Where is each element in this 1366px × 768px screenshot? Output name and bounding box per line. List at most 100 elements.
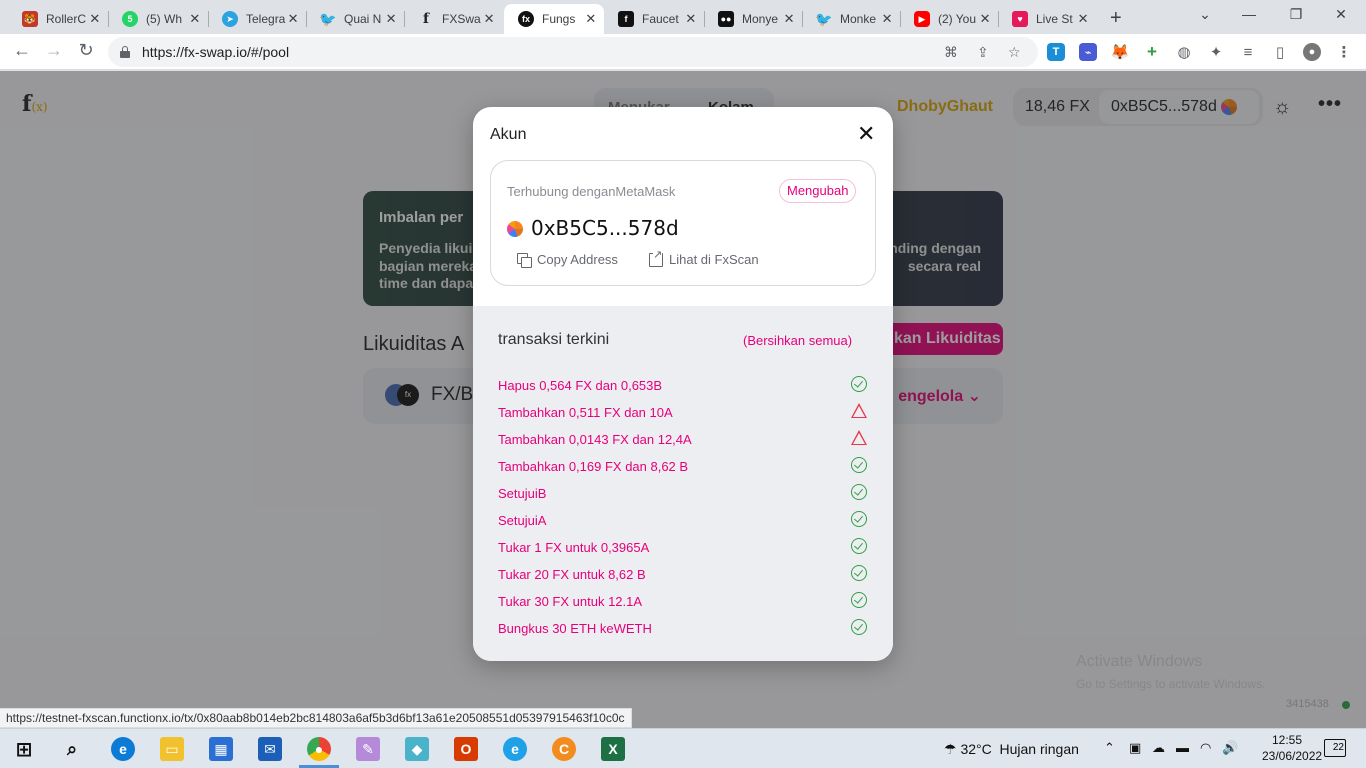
search-icon[interactable]: ⌕ [60,737,84,761]
tab-favicon-icon: 5 [122,11,138,27]
office-icon[interactable]: O [454,737,478,761]
tab-search-icon[interactable]: ⌄ [1194,6,1216,23]
transaction-row[interactable]: Bungkus 30 ETH keWETH [498,619,870,639]
back-button[interactable]: ← [10,40,34,61]
transaction-row[interactable]: Tukar 1 FX untuk 0,3965A [498,538,870,558]
forward-button[interactable]: → [42,40,66,61]
extension-plus-icon[interactable]: + [1143,42,1161,61]
close-icon[interactable]: ✕ [684,11,698,27]
clear-all-button[interactable]: (Bersihkan semua) [743,333,852,348]
minimize-button[interactable]: — [1238,6,1260,22]
new-tab-button[interactable]: + [1110,7,1122,30]
copy-address-button[interactable]: Copy Address [517,252,618,268]
tab-label: (2) You [938,12,977,26]
transaction-label: Tukar 30 FX untuk 12.1A [498,594,643,609]
modal-title: Akun [490,126,527,143]
extension-t-icon[interactable]: T [1047,43,1065,61]
close-icon[interactable]: ✕ [88,11,102,27]
browser-tab[interactable]: ♥ Live St ✕ [998,4,1096,34]
transaction-row[interactable]: SetujuiB [498,484,870,504]
wifi-icon[interactable]: ◠ [1200,740,1211,756]
transaction-row[interactable]: SetujuiA [498,511,870,531]
app-icon[interactable]: ◆ [405,737,429,761]
battery-icon[interactable]: ▬ [1176,740,1189,755]
close-icon[interactable]: ✕ [880,11,894,27]
file-explorer-icon[interactable]: ▭ [160,737,184,761]
browser-tab[interactable]: ➤ Telegra ✕ [208,4,306,34]
chevron-up-icon[interactable]: ⌃ [1104,740,1115,756]
profile-avatar[interactable]: ● [1303,43,1321,61]
system-clock[interactable]: 12:55 23/06/2022 [1262,732,1322,764]
extension-chart-icon[interactable]: ⌁ [1079,43,1097,61]
browser-tab[interactable]: 🐯 RollerC ✕ [8,4,108,34]
browser-tab[interactable]: ●● Monye ✕ [704,4,802,34]
twitter-icon: 🐦 [815,10,833,27]
internet-explorer-icon[interactable]: e [503,737,527,761]
transaction-label: Tukar 20 FX untuk 8,62 B [498,567,646,582]
transaction-row[interactable]: Tukar 30 FX untuk 12.1A [498,592,870,612]
transaction-row[interactable]: Hapus 0,564 FX dan 0,653B [498,376,870,396]
view-on-fxscan-link[interactable]: Lihat di FxScan [649,247,759,267]
bookmark-star-icon[interactable]: ☆ [1008,44,1021,61]
browser-toolbar: ← → ↻ https://fx-swap.io/#/pool ⌘ ⇪ ☆ T … [0,34,1366,70]
close-icon[interactable]: ✕ [857,123,875,145]
cc-browser-icon[interactable]: C [552,737,576,761]
edge-icon[interactable]: e [111,737,135,761]
store-icon[interactable]: ▦ [209,737,233,761]
functionx-icon: fx [518,11,534,27]
window-close-button[interactable]: ✕ [1330,6,1352,23]
share-icon[interactable]: ⇪ [977,44,989,61]
browser-tab[interactable]: f FXSwa ✕ [404,4,502,34]
recent-transactions: transaksi terkini (Bersihkan semua) Hapu… [473,306,893,661]
excel-icon[interactable]: X [601,737,625,761]
close-icon[interactable]: ✕ [584,11,598,27]
media-control-icon[interactable]: ≡ [1239,43,1257,61]
restore-button[interactable]: ❐ [1285,6,1307,23]
transaction-row[interactable]: Tambahkan 0,0143 FX dan 12,4A [498,430,870,450]
browser-tab[interactable]: f Faucet ✕ [604,4,704,34]
browser-tab[interactable]: 🐦 Monke ✕ [802,4,900,34]
change-wallet-button[interactable]: Mengubah [779,179,857,203]
notification-center-icon[interactable]: 22 [1324,739,1346,757]
mail-icon[interactable]: ✉ [258,737,282,761]
transaction-label: SetujuiB [498,486,547,501]
weather-widget[interactable]: ☂ 32°C Hujan ringan [944,741,1079,758]
chrome-icon[interactable]: ● [307,737,331,761]
translate-icon[interactable]: ⌘ [944,44,958,61]
close-icon[interactable]: ✕ [1076,11,1090,27]
close-icon[interactable]: ✕ [286,11,300,27]
reload-button[interactable]: ↻ [74,40,98,61]
windows-start-icon[interactable]: ⊞ [12,737,36,761]
tab-label: FXSwa [442,12,481,26]
clock-time: 12:55 [1271,733,1303,747]
youtube-icon: ▶ [914,11,930,27]
tab-label: (5) Wh [146,12,182,26]
side-panel-icon[interactable]: ▯ [1271,43,1289,61]
check-circle-icon [851,511,867,527]
close-icon[interactable]: ✕ [384,11,398,27]
transaction-row[interactable]: Tambahkan 0,511 FX dan 10A [498,403,870,423]
extensions-puzzle-icon[interactable]: ✦ [1207,43,1225,61]
browser-tab[interactable]: 5 (5) Wh ✕ [108,4,208,34]
metamask-icon[interactable]: 🦊 [1111,43,1130,61]
browser-menu-icon[interactable]: ⋮ [1335,43,1353,61]
transaction-label: Tukar 1 FX untuk 0,3965A [498,540,650,555]
tray-app-icon[interactable]: ▣ [1129,740,1141,756]
close-icon[interactable]: ✕ [978,11,992,27]
browser-tab[interactable]: ▶ (2) You ✕ [900,4,998,34]
transaction-row[interactable]: Tambahkan 0,169 FX dan 8,62 B [498,457,870,477]
close-icon[interactable]: ✕ [782,11,796,27]
transaction-label: Bungkus 30 ETH keWETH [498,621,652,636]
browser-tab-active[interactable]: fx Fungs ✕ [504,4,604,34]
close-icon[interactable]: ✕ [482,11,496,27]
copy-address-label: Copy Address [537,252,618,267]
transaction-row[interactable]: Tukar 20 FX untuk 8,62 B [498,565,870,585]
warning-triangle-icon [851,403,867,418]
browser-tab[interactable]: 🐦 Quai N ✕ [306,4,404,34]
volume-icon[interactable]: 🔊 [1222,740,1238,756]
globe-icon[interactable]: ◍ [1175,43,1193,61]
address-bar[interactable]: https://fx-swap.io/#/pool [108,37,1038,67]
paint-icon[interactable]: ✎ [356,737,380,761]
onedrive-icon[interactable]: ☁ [1152,740,1165,756]
close-icon[interactable]: ✕ [188,11,202,27]
